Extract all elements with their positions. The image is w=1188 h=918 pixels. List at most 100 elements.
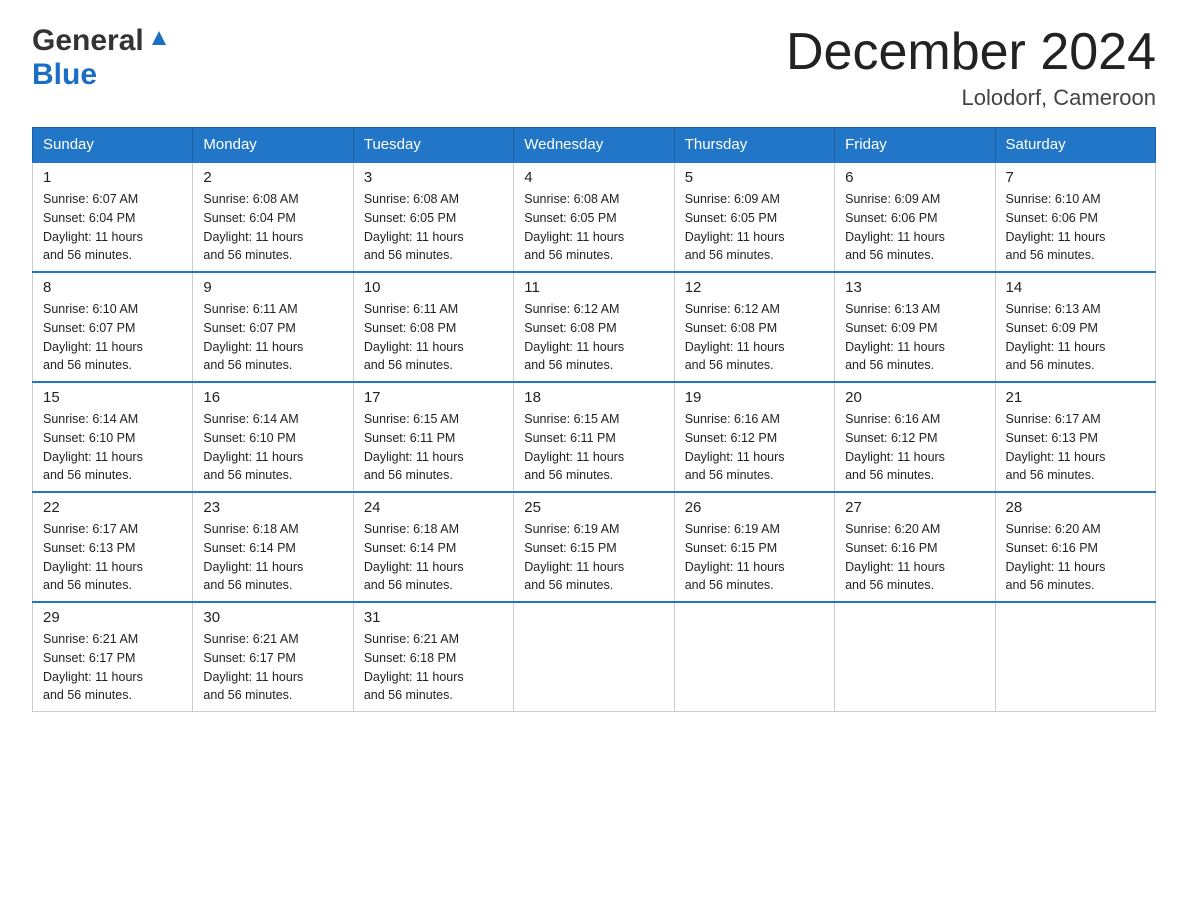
day-number: 10 [364, 279, 503, 296]
day-cell-4: 4 Sunrise: 6:08 AMSunset: 6:05 PMDaylight… [514, 162, 674, 272]
day-number: 14 [1006, 279, 1145, 296]
day-number: 23 [203, 499, 342, 516]
empty-cell [835, 602, 995, 712]
column-header-friday: Friday [835, 128, 995, 163]
column-header-saturday: Saturday [995, 128, 1155, 163]
day-cell-7: 7 Sunrise: 6:10 AMSunset: 6:06 PMDaylight… [995, 162, 1155, 272]
day-cell-17: 17Sunrise: 6:15 AMSunset: 6:11 PMDayligh… [353, 382, 513, 492]
calendar-header-row: SundayMondayTuesdayWednesdayThursdayFrid… [33, 128, 1156, 163]
day-number: 26 [685, 499, 824, 516]
day-number: 31 [364, 609, 503, 626]
day-number: 16 [203, 389, 342, 406]
day-number: 25 [524, 499, 663, 516]
day-info: Sunrise: 6:21 AMSunset: 6:17 PMDaylight:… [203, 630, 342, 705]
day-info: Sunrise: 6:08 AMSunset: 6:04 PMDaylight:… [203, 190, 342, 265]
day-cell-31: 31 Sunrise: 6:21 AMSunset: 6:18 PMDayligh… [353, 602, 513, 712]
day-number: 28 [1006, 499, 1145, 516]
day-number: 12 [685, 279, 824, 296]
day-info: Sunrise: 6:20 AMSunset: 6:16 PMDaylight:… [1006, 520, 1145, 595]
day-info: Sunrise: 6:19 AMSunset: 6:15 PMDaylight:… [524, 520, 663, 595]
day-cell-24: 24Sunrise: 6:18 AMSunset: 6:14 PMDayligh… [353, 492, 513, 602]
day-info: Sunrise: 6:09 AMSunset: 6:05 PMDaylight:… [685, 190, 824, 265]
day-info: Sunrise: 6:17 AMSunset: 6:13 PMDaylight:… [1006, 410, 1145, 485]
title-section: December 2024 Lolodorf, Cameroon [786, 24, 1156, 111]
column-header-monday: Monday [193, 128, 353, 163]
week-row-5: 29 Sunrise: 6:21 AMSunset: 6:17 PMDayligh… [33, 602, 1156, 712]
day-number: 13 [845, 279, 984, 296]
column-header-tuesday: Tuesday [353, 128, 513, 163]
day-cell-25: 25 Sunrise: 6:19 AMSunset: 6:15 PMDayligh… [514, 492, 674, 602]
day-info: Sunrise: 6:21 AMSunset: 6:17 PMDaylight:… [43, 630, 182, 705]
day-cell-27: 27 Sunrise: 6:20 AMSunset: 6:16 PMDayligh… [835, 492, 995, 602]
day-cell-23: 23 Sunrise: 6:18 AMSunset: 6:14 PMDayligh… [193, 492, 353, 602]
day-cell-26: 26 Sunrise: 6:19 AMSunset: 6:15 PMDayligh… [674, 492, 834, 602]
day-cell-22: 22Sunrise: 6:17 AMSunset: 6:13 PMDayligh… [33, 492, 193, 602]
day-info: Sunrise: 6:08 AMSunset: 6:05 PMDaylight:… [364, 190, 503, 265]
day-info: Sunrise: 6:15 AMSunset: 6:11 PMDaylight:… [364, 410, 503, 485]
day-info: Sunrise: 6:10 AMSunset: 6:07 PMDaylight:… [43, 300, 182, 375]
day-cell-21: 21 Sunrise: 6:17 AMSunset: 6:13 PMDayligh… [995, 382, 1155, 492]
day-cell-16: 16 Sunrise: 6:14 AMSunset: 6:10 PMDayligh… [193, 382, 353, 492]
day-info: Sunrise: 6:12 AMSunset: 6:08 PMDaylight:… [524, 300, 663, 375]
day-cell-13: 13 Sunrise: 6:13 AMSunset: 6:09 PMDayligh… [835, 272, 995, 382]
day-info: Sunrise: 6:18 AMSunset: 6:14 PMDaylight:… [203, 520, 342, 595]
month-title: December 2024 [786, 24, 1156, 81]
day-number: 27 [845, 499, 984, 516]
header: General Blue December 2024 Lolodorf, Cam… [32, 24, 1156, 111]
day-cell-6: 6 Sunrise: 6:09 AMSunset: 6:06 PMDaylight… [835, 162, 995, 272]
day-number: 5 [685, 169, 824, 186]
day-cell-8: 8 Sunrise: 6:10 AMSunset: 6:07 PMDaylight… [33, 272, 193, 382]
empty-cell [674, 602, 834, 712]
day-cell-2: 2Sunrise: 6:08 AMSunset: 6:04 PMDaylight… [193, 162, 353, 272]
day-info: Sunrise: 6:07 AMSunset: 6:04 PMDaylight:… [43, 190, 182, 265]
day-number: 8 [43, 279, 182, 296]
day-cell-3: 3 Sunrise: 6:08 AMSunset: 6:05 PMDaylight… [353, 162, 513, 272]
empty-cell [514, 602, 674, 712]
day-info: Sunrise: 6:09 AMSunset: 6:06 PMDaylight:… [845, 190, 984, 265]
day-cell-20: 20 Sunrise: 6:16 AMSunset: 6:12 PMDayligh… [835, 382, 995, 492]
day-info: Sunrise: 6:08 AMSunset: 6:05 PMDaylight:… [524, 190, 663, 265]
day-info: Sunrise: 6:15 AMSunset: 6:11 PMDaylight:… [524, 410, 663, 485]
day-number: 11 [524, 279, 663, 296]
day-cell-19: 19Sunrise: 6:16 AMSunset: 6:12 PMDayligh… [674, 382, 834, 492]
calendar-table: SundayMondayTuesdayWednesdayThursdayFrid… [32, 127, 1156, 712]
day-info: Sunrise: 6:14 AMSunset: 6:10 PMDaylight:… [203, 410, 342, 485]
week-row-3: 15 Sunrise: 6:14 AMSunset: 6:10 PMDayligh… [33, 382, 1156, 492]
day-info: Sunrise: 6:13 AMSunset: 6:09 PMDaylight:… [845, 300, 984, 375]
logo: General Blue [32, 24, 170, 92]
column-header-thursday: Thursday [674, 128, 834, 163]
day-number: 24 [364, 499, 503, 516]
week-row-4: 22Sunrise: 6:17 AMSunset: 6:13 PMDayligh… [33, 492, 1156, 602]
day-cell-29: 29 Sunrise: 6:21 AMSunset: 6:17 PMDayligh… [33, 602, 193, 712]
day-number: 30 [203, 609, 342, 626]
day-info: Sunrise: 6:19 AMSunset: 6:15 PMDaylight:… [685, 520, 824, 595]
logo-blue-text: Blue [32, 58, 97, 91]
day-info: Sunrise: 6:13 AMSunset: 6:09 PMDaylight:… [1006, 300, 1145, 375]
day-info: Sunrise: 6:16 AMSunset: 6:12 PMDaylight:… [845, 410, 984, 485]
day-number: 3 [364, 169, 503, 186]
day-cell-11: 11 Sunrise: 6:12 AMSunset: 6:08 PMDayligh… [514, 272, 674, 382]
day-number: 7 [1006, 169, 1145, 186]
day-number: 21 [1006, 389, 1145, 406]
column-header-sunday: Sunday [33, 128, 193, 163]
day-cell-14: 14 Sunrise: 6:13 AMSunset: 6:09 PMDayligh… [995, 272, 1155, 382]
day-number: 20 [845, 389, 984, 406]
day-info: Sunrise: 6:21 AMSunset: 6:18 PMDaylight:… [364, 630, 503, 705]
day-info: Sunrise: 6:11 AMSunset: 6:07 PMDaylight:… [203, 300, 342, 375]
day-info: Sunrise: 6:10 AMSunset: 6:06 PMDaylight:… [1006, 190, 1145, 265]
day-cell-15: 15Sunrise: 6:14 AMSunset: 6:10 PMDayligh… [33, 382, 193, 492]
day-info: Sunrise: 6:11 AMSunset: 6:08 PMDaylight:… [364, 300, 503, 375]
day-number: 19 [685, 389, 824, 406]
day-info: Sunrise: 6:20 AMSunset: 6:16 PMDaylight:… [845, 520, 984, 595]
week-row-2: 8 Sunrise: 6:10 AMSunset: 6:07 PMDaylight… [33, 272, 1156, 382]
day-cell-10: 10 Sunrise: 6:11 AMSunset: 6:08 PMDayligh… [353, 272, 513, 382]
day-number: 4 [524, 169, 663, 186]
day-number: 15 [43, 389, 182, 406]
day-info: Sunrise: 6:12 AMSunset: 6:08 PMDaylight:… [685, 300, 824, 375]
day-cell-12: 12 Sunrise: 6:12 AMSunset: 6:08 PMDayligh… [674, 272, 834, 382]
day-number: 22 [43, 499, 182, 516]
day-cell-30: 30 Sunrise: 6:21 AMSunset: 6:17 PMDayligh… [193, 602, 353, 712]
day-cell-9: 9Sunrise: 6:11 AMSunset: 6:07 PMDaylight… [193, 272, 353, 382]
day-number: 29 [43, 609, 182, 626]
day-number: 6 [845, 169, 984, 186]
